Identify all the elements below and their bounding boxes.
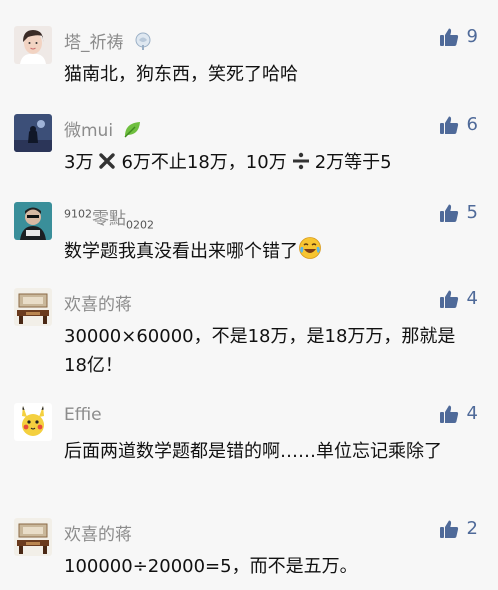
comment-text: 3万 6万不止18万，10万 2万等于5 <box>64 148 474 177</box>
comment-text: 猫南北，狗东西，笑死了哈哈 <box>64 64 298 85</box>
username-label: Effie <box>64 405 102 425</box>
like-button[interactable]: 9 <box>439 26 478 47</box>
divide-icon <box>291 151 311 171</box>
username[interactable]: Effie <box>64 405 102 425</box>
avatar[interactable] <box>14 26 52 64</box>
leaf-icon <box>122 119 142 144</box>
comment-list: 塔_祈祷 9 猫南北，狗东西，笑死了哈哈 微mui 6 3万 6万不止18万，1… <box>0 0 498 590</box>
like-button[interactable]: 4 <box>439 288 478 309</box>
text-part: 3万 <box>64 152 94 173</box>
like-button[interactable]: 4 <box>439 403 478 424</box>
thumbs-up-icon <box>439 116 458 134</box>
username-label: 塔_祈祷 <box>64 33 124 53</box>
username[interactable]: 9102零點0202 <box>64 204 154 231</box>
like-count: 9 <box>466 26 478 47</box>
like-count: 6 <box>466 114 478 135</box>
thumbs-up-icon <box>439 520 458 538</box>
comment-text: 30000×60000，不是18万，是18万万，那就是18亿！ <box>64 326 456 376</box>
username-label: 欢喜的蒋 <box>64 295 132 315</box>
like-count: 2 <box>466 518 478 539</box>
username[interactable]: 欢喜的蒋 <box>64 520 132 545</box>
avatar[interactable] <box>14 114 52 152</box>
avatar[interactable] <box>14 202 52 240</box>
thumbs-up-icon <box>439 28 458 46</box>
multiply-icon <box>97 151 117 171</box>
comment-text: 100000÷20000=5，而不是五万。 <box>64 556 358 577</box>
like-button[interactable]: 6 <box>439 114 478 135</box>
text-part: 数学题我真没看出来哪个错了 <box>64 241 298 262</box>
thumbs-up-icon <box>439 290 458 308</box>
comment-text: 数学题我真没看出来哪个错了 <box>64 236 474 269</box>
username-label: 欢喜的蒋 <box>64 525 132 545</box>
comment-text: 后面两道数学题都是错的啊……单位忘记乘除了 <box>64 441 442 462</box>
avatar[interactable] <box>14 518 52 556</box>
like-button[interactable]: 2 <box>439 518 478 539</box>
username-label: 零點 <box>92 209 126 229</box>
username-label: 微mui <box>64 121 114 141</box>
text-part: 6万不止18万，10万 <box>121 152 287 173</box>
thumbs-up-icon <box>439 204 458 222</box>
text-part: 2万等于5 <box>314 152 392 173</box>
avatar[interactable] <box>14 403 52 441</box>
tears-of-joy-emoji <box>298 236 322 269</box>
username[interactable]: 微mui <box>64 116 142 144</box>
like-count: 5 <box>466 202 478 223</box>
username-suffix: 0202 <box>126 218 154 232</box>
thumbs-up-icon <box>439 405 458 423</box>
avatar[interactable] <box>14 288 52 326</box>
username[interactable]: 欢喜的蒋 <box>64 290 132 315</box>
username-prefix: 9102 <box>64 207 92 221</box>
like-button[interactable]: 5 <box>439 202 478 223</box>
username[interactable]: 塔_祈祷 <box>64 28 153 56</box>
like-count: 4 <box>466 403 478 424</box>
like-count: 4 <box>466 288 478 309</box>
hair-clip-icon <box>133 31 153 56</box>
